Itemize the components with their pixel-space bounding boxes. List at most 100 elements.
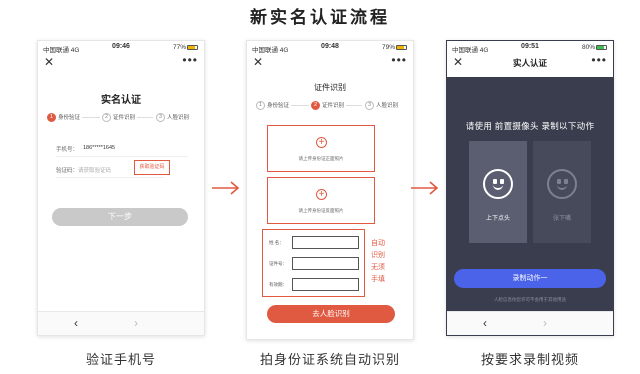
step-label: 身份验证 xyxy=(267,103,290,109)
mouth xyxy=(493,184,503,190)
code-input[interactable]: 请获取验证码 xyxy=(78,166,111,174)
plus-icon: + xyxy=(316,137,327,148)
mouth xyxy=(557,184,567,190)
step-indicator: 1 身份验证 2 证件识别 3 人脸识别 xyxy=(253,101,409,111)
step-label: 身份验证 xyxy=(58,115,81,121)
phone-number-value: 186*****1645 xyxy=(83,145,116,151)
back-icon[interactable]: ‹ xyxy=(74,316,78,330)
step-label: 人脸识别 xyxy=(167,115,190,121)
action-card-mouth[interactable]: 张下嘴 xyxy=(533,141,591,243)
get-code-button[interactable]: 获取验证码 xyxy=(134,160,170,175)
step-number: 1 xyxy=(47,113,56,123)
auto-fill-note: 自动 识别 无须 手填 xyxy=(371,238,393,286)
close-icon[interactable]: ✕ xyxy=(44,55,54,69)
nav-bar: ✕ ••• xyxy=(247,53,413,72)
battery-indicator: 77% xyxy=(173,44,198,51)
upload-id-front[interactable]: + 请上传身份证正面照片 xyxy=(267,125,375,172)
step-label: 证件识别 xyxy=(113,115,136,121)
screen-title: 证件识别 xyxy=(314,83,346,92)
phone-screen-video-record: 中国联通 4G 09:51 80% ✕ 实人认证 ••• 请使用 前置摄像头 录… xyxy=(446,40,614,336)
step-divider xyxy=(137,117,153,118)
note-line: 无须 xyxy=(371,264,385,271)
arrow-right-icon xyxy=(411,181,439,195)
status-bar: 中国联通 4G 09:46 77% xyxy=(38,41,204,54)
battery-indicator: 80% xyxy=(582,44,607,51)
name-row: 姓 名： xyxy=(263,236,364,249)
id-number-input[interactable] xyxy=(292,257,359,270)
step-label: 人脸识别 xyxy=(376,103,399,109)
arrow-right-icon xyxy=(212,181,240,195)
more-icon[interactable]: ••• xyxy=(182,53,198,67)
nav-bar: ✕ ••• xyxy=(38,53,204,72)
phone-number-label: 手机号： xyxy=(56,147,79,153)
face-icon xyxy=(483,169,513,199)
upload-hint: 请上传身份证正面照片 xyxy=(298,156,344,161)
action-label: 张下嘴 xyxy=(552,216,571,222)
face-icon xyxy=(547,169,577,199)
step-divider xyxy=(346,105,362,106)
caption-step-2: 拍身份证系统自动识别 xyxy=(259,352,400,367)
record-action-button[interactable]: 录制动作一 xyxy=(454,269,606,288)
caption-step-3: 按要求录制视频 xyxy=(480,352,579,367)
screen-title: 实人认证 xyxy=(512,58,547,68)
step-number: 2 xyxy=(311,101,320,111)
note-line: 识别 xyxy=(371,252,385,259)
step-3: 3 人脸识别 xyxy=(365,101,399,111)
more-icon[interactable]: ••• xyxy=(391,53,407,67)
browser-bottom-bar: ‹ › xyxy=(447,311,613,335)
validity-input[interactable] xyxy=(292,278,359,291)
back-icon[interactable]: ‹ xyxy=(483,316,487,330)
battery-icon xyxy=(596,45,607,50)
next-step-button[interactable]: 下一步 xyxy=(52,208,188,226)
privacy-note: 人脸信息你您许可不会用于其他用途 xyxy=(494,297,566,302)
step-number: 2 xyxy=(102,113,111,123)
upload-hint: 请上传身份证反面照片 xyxy=(298,208,344,213)
id-number-label: 证件号： xyxy=(269,261,287,266)
divider xyxy=(56,177,164,178)
action-card-nod[interactable]: 上下点头 xyxy=(469,141,527,243)
divider xyxy=(56,156,188,157)
more-icon[interactable]: ••• xyxy=(591,53,607,67)
step-1: 1 身份验证 xyxy=(47,113,81,123)
step-number: 1 xyxy=(256,101,265,111)
step-label: 证件识别 xyxy=(322,103,345,109)
name-input[interactable] xyxy=(292,236,359,249)
code-label: 验证码： xyxy=(56,168,79,174)
action-label: 上下点头 xyxy=(485,216,510,222)
upload-id-back[interactable]: + 请上传身份证反面照片 xyxy=(267,177,375,224)
step-2: 2 证件识别 xyxy=(102,113,136,123)
go-face-recognition-button[interactable]: 去人脸识别 xyxy=(267,305,395,323)
page-title: 新实名认证流程 xyxy=(250,8,390,27)
nav-bar: ✕ 实人认证 ••• xyxy=(447,53,613,72)
battery-percent: 79% xyxy=(381,44,395,51)
battery-icon xyxy=(396,45,407,50)
phone-screen-verify-phone: 中国联通 4G 09:46 77% ✕ ••• 实名认证 1 身份验证 2 证件识别… xyxy=(37,40,205,336)
step-indicator: 1 身份验证 2 证件识别 3 人脸识别 xyxy=(44,113,200,123)
forward-icon[interactable]: › xyxy=(134,316,138,330)
status-bar: 中国联通 4G 09:48 79% xyxy=(247,41,413,54)
plus-icon: + xyxy=(316,189,327,200)
id-info-form: 姓 名： 证件号： 有效期： xyxy=(262,229,365,297)
battery-icon xyxy=(187,45,198,50)
step-number: 3 xyxy=(365,101,374,111)
name-label: 姓 名： xyxy=(269,240,284,245)
status-bar: 中国联通 4G 09:51 80% xyxy=(447,41,613,54)
step-number: 3 xyxy=(156,113,165,123)
step-divider xyxy=(82,117,100,118)
validity-label: 有效期： xyxy=(269,282,287,287)
battery-percent: 77% xyxy=(172,44,186,51)
id-number-row: 证件号： xyxy=(263,257,364,270)
record-instruction: 请使用 前置摄像头 录制以下动作 xyxy=(465,121,595,131)
validity-row: 有效期： xyxy=(263,278,364,291)
step-3: 3 人脸识别 xyxy=(156,113,190,123)
step-1: 1 身份验证 xyxy=(256,101,290,111)
forward-icon[interactable]: › xyxy=(543,316,547,330)
note-line: 自动 xyxy=(371,240,385,247)
battery-indicator: 79% xyxy=(382,44,407,51)
step-2: 2 证件识别 xyxy=(311,101,345,111)
battery-percent: 80% xyxy=(581,44,595,51)
close-icon[interactable]: ✕ xyxy=(253,55,263,69)
note-line: 手填 xyxy=(371,276,385,283)
phone-screen-id-recognition: 中国联通 4G 09:48 79% ✕ ••• 证件识别 1 身份验证 2 证件识别… xyxy=(246,40,414,340)
browser-bottom-bar: ‹ › xyxy=(38,311,204,335)
